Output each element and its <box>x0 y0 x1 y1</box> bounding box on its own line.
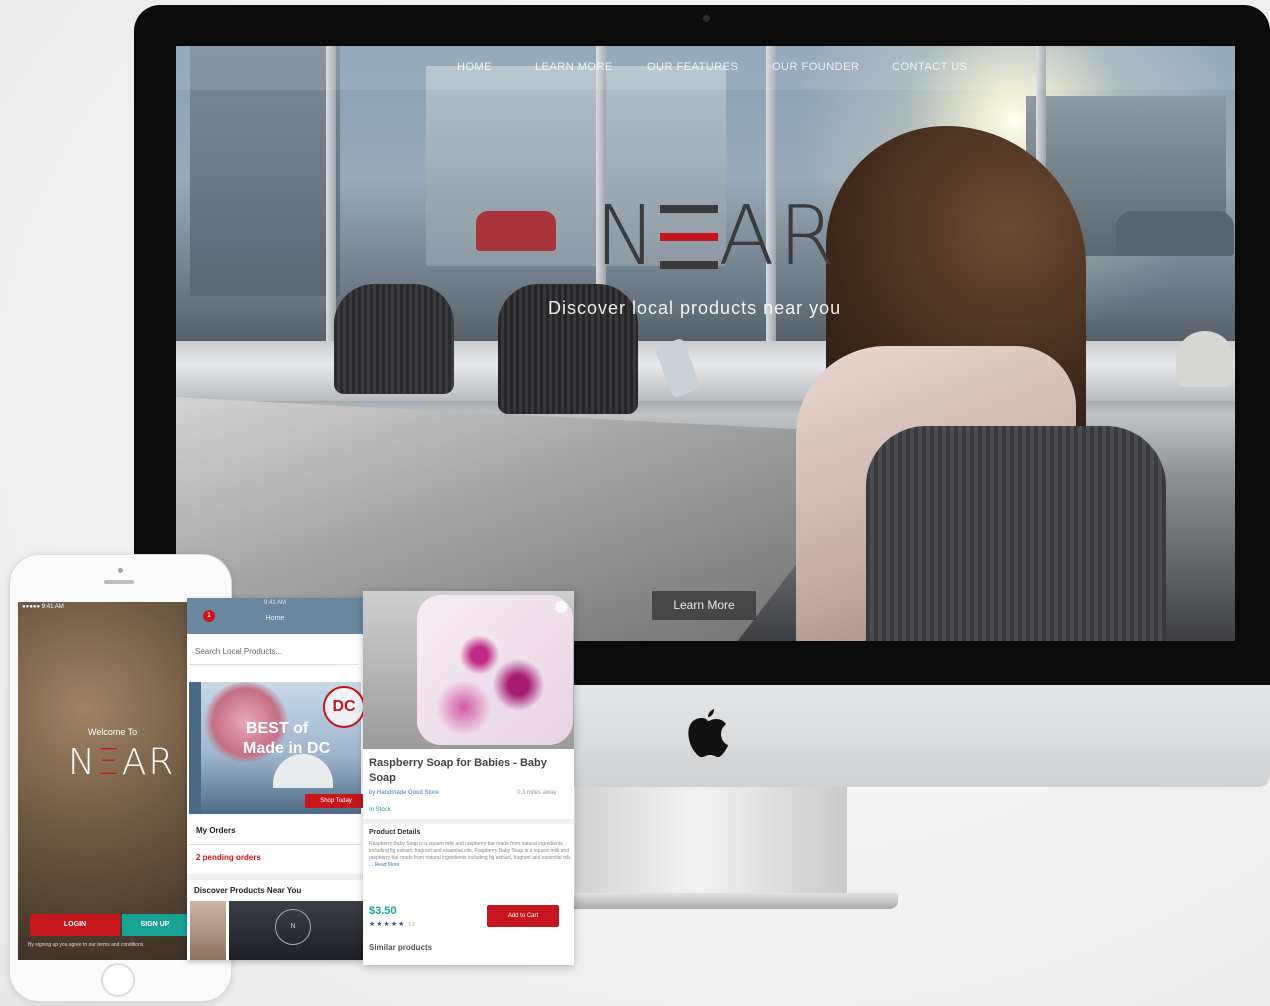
welcome-text: Welcome To <box>88 727 138 737</box>
app-header: 9:41 AM Home 1 <box>187 598 363 634</box>
add-to-cart-button[interactable]: Add to Cart <box>487 905 559 927</box>
home-screen: 9:41 AM Home 1 Search Local Products... … <box>187 598 363 960</box>
status-bar: ●●●●● 9:41 AM <box>22 604 64 610</box>
dc-badge: DC <box>323 686 363 728</box>
logo-letter-n: N <box>68 742 97 783</box>
promo-banner[interactable]: BEST of Made in DC DC Shop Today <box>189 682 363 814</box>
nav-our-features[interactable]: OUR FEATURES <box>647 61 738 73</box>
near-logo: NΞAR <box>68 742 175 783</box>
section-divider <box>363 819 574 824</box>
office-chair <box>334 284 454 394</box>
banner-headline: BEST of <box>246 720 309 737</box>
notification-badge[interactable]: 1 <box>203 610 215 622</box>
product-image <box>363 591 574 749</box>
nav-contact-us[interactable]: CONTACT US <box>892 61 968 73</box>
divider <box>189 844 361 845</box>
terms-text: By signing up you agree to our terms and… <box>28 942 144 948</box>
office-chair <box>866 426 1166 641</box>
close-icon[interactable] <box>555 601 567 613</box>
apple-logo-icon <box>688 709 728 758</box>
near-logo: N AR <box>595 196 839 278</box>
search-input[interactable]: Search Local Products... <box>189 641 359 665</box>
camera-icon <box>118 568 123 573</box>
logo-letter-e: Ξ <box>96 742 122 783</box>
soap-photo <box>417 595 573 745</box>
distance-label: 0.3 miles away <box>517 790 557 796</box>
logo-letter-n: N <box>595 189 661 284</box>
parked-car <box>476 211 556 251</box>
section-divider <box>187 874 363 880</box>
logo-letters-ar: AR <box>718 189 840 284</box>
plant-pot <box>1176 331 1234 387</box>
logo-e-bars <box>660 205 719 269</box>
stage: HOME LEARN MORE OUR FEATURES OUR FOUNDER… <box>0 0 1270 1006</box>
product-thumbnail[interactable]: N <box>229 901 363 960</box>
home-button[interactable] <box>101 963 135 997</box>
stock-status: In Stock <box>369 807 391 813</box>
nav-our-founder[interactable]: OUR FOUNDER <box>772 61 859 73</box>
product-details-heading: Product Details <box>369 829 421 836</box>
parked-car <box>1116 211 1234 256</box>
similar-products-heading: Similar products <box>369 943 433 952</box>
shop-today-button[interactable]: Shop Today <box>305 794 363 808</box>
speaker-grille <box>104 580 134 584</box>
product-title: Raspberry Soap for Babies - Baby Soap <box>369 757 547 784</box>
rating-stars: ★★★★★ 12 <box>369 920 416 928</box>
vendor-link[interactable]: by Handmade Good Store <box>369 790 439 796</box>
nav-home[interactable]: HOME <box>457 61 492 73</box>
imac-base <box>560 893 898 909</box>
imac-stand <box>575 787 847 899</box>
welcome-screen: ●●●●● 9:41 AM Welcome To NΞAR LOGIN SIGN… <box>18 602 188 960</box>
memorial-dome-image <box>273 754 333 788</box>
product-thumbnail[interactable] <box>190 901 226 960</box>
website-hero <box>176 46 1235 641</box>
read-more-link[interactable]: Read More <box>375 862 400 868</box>
camera-icon <box>703 15 710 22</box>
product-description: Raspberry Baby Soap is a square milk and… <box>369 841 571 869</box>
rating-count: 12 <box>408 922 416 928</box>
login-button[interactable]: LOGIN <box>30 914 120 936</box>
sign-up-button[interactable]: SIGN UP <box>122 914 188 936</box>
my-orders-label: My Orders <box>196 826 236 835</box>
product-screen: Raspberry Soap for Babies - Baby Soap by… <box>363 591 574 965</box>
website-nav: HOME LEARN MORE OUR FEATURES OUR FOUNDER… <box>176 46 1235 90</box>
product-price: $3.50 <box>369 905 397 917</box>
hero-tagline: Discover local products near you <box>548 298 842 318</box>
banner-subheadline: Made in DC <box>243 740 331 757</box>
brand-badge: N <box>275 909 311 945</box>
learn-more-button[interactable]: Learn More <box>652 591 756 620</box>
pending-orders-link[interactable]: 2 pending orders <box>196 853 261 862</box>
logo-letters-ar: AR <box>121 742 176 783</box>
nav-learn-more[interactable]: LEARN MORE <box>535 61 613 73</box>
star-icons: ★★★★★ <box>369 921 406 928</box>
status-bar: 9:41 AM <box>263 600 286 606</box>
discover-heading: Discover Products Near You <box>194 886 302 895</box>
